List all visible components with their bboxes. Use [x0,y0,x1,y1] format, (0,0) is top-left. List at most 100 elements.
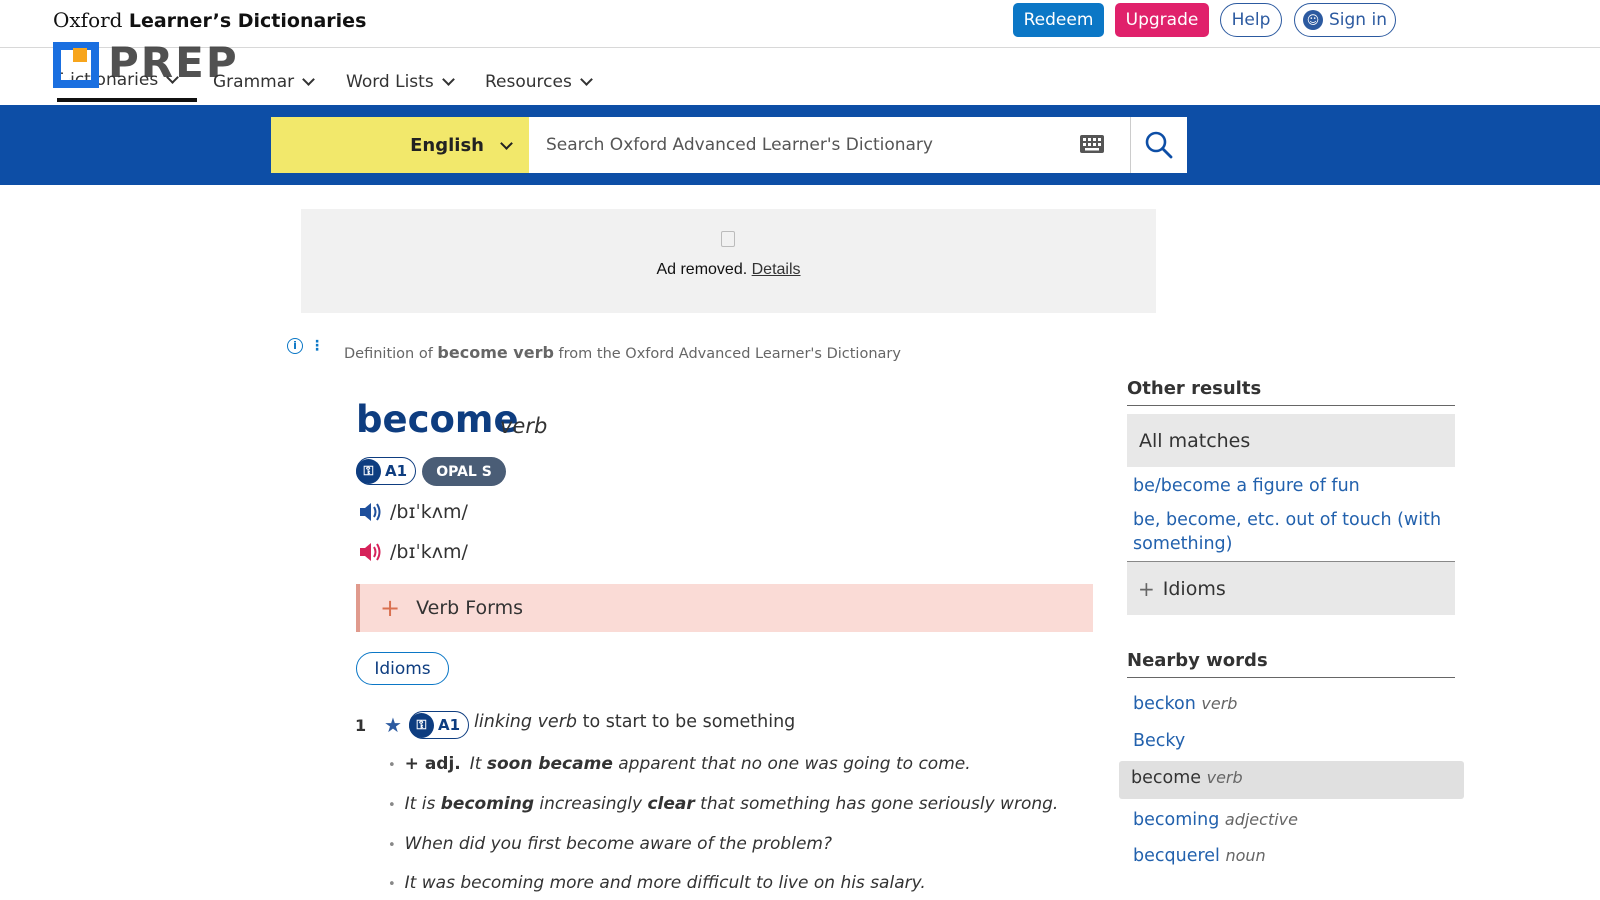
nearby-word: becquerel [1133,846,1220,866]
pronunciation-uk-text: /bɪˈkʌm/ [390,501,468,523]
brand-light: Oxford [53,8,123,32]
idioms-tab-label: Idioms [1162,577,1226,600]
user-icon: ☺ [1303,10,1323,30]
match-link[interactable]: be, become, etc. out of touch (with some… [1133,508,1451,556]
other-results-heading: Other results [1127,378,1455,406]
ad-placeholder: Ad removed. Details [301,209,1156,313]
level-label: A1 [385,462,408,480]
example-text: It [469,754,487,774]
bullet: • [388,877,396,892]
ad-details-link[interactable]: Details [752,261,801,278]
oxford-key-icon: ⚿ [409,712,434,738]
example-item: • + adj. It soon became apparent that no o… [388,754,971,774]
star-icon: ★ [384,713,402,737]
sign-in-label: Sign in [1329,10,1387,30]
headword: become [356,398,519,441]
source-word: become verb [437,343,554,362]
nearby-word-pos: verb [1201,694,1238,713]
pronunciation-us-text: /bɪˈkʌm/ [390,541,468,563]
example-text: increasingly [534,794,648,814]
nearby-word-pos: adjective [1224,810,1298,829]
example-text: apparent that no one was going to come. [612,754,971,774]
nav-resources[interactable]: Resources [485,62,593,102]
ad-removed-label: Ad removed. [656,261,748,278]
oxford-key-icon: ⚿ [356,458,381,484]
oxford-3000-level-badge[interactable]: ⚿ A1 [356,457,417,485]
match-link[interactable]: be/become a figure of fun [1133,474,1451,498]
nearby-word: Becky [1133,731,1186,751]
bullet: • [388,758,396,773]
sense-level-label: A1 [438,716,461,734]
definition-source: Definition of become verb from the Oxfor… [344,343,901,362]
nearby-word-pos: noun [1225,846,1266,865]
verb-forms-label: Verb Forms [416,597,523,619]
nearby-word-link[interactable]: Becky [1133,729,1451,753]
search-button[interactable] [1130,117,1187,173]
nearby-words-heading: Nearby words [1127,650,1455,678]
source-suffix: from the Oxford Advanced Learner's Dicti… [558,346,901,362]
prep-logo-icon [53,42,99,88]
ad-text: Ad removed. Details [301,261,1156,279]
example-text: that something has gone seriously wrong. [694,794,1059,814]
keyboard-icon[interactable] [1079,134,1105,154]
all-matches-tab[interactable]: All matches [1127,414,1455,467]
nearby-word-current[interactable]: become verb [1131,768,1243,788]
nearby-word: becoming [1133,810,1220,830]
nearby-word: beckon [1133,694,1196,714]
sense-definition: linking verb to start to be something [474,712,795,732]
brand-bold: Learner’s Dictionaries [128,10,367,32]
source-prefix: Definition of [344,346,433,362]
sign-in-button[interactable]: ☺ Sign in [1294,3,1396,37]
sense-number: 1 [355,716,367,735]
redeem-button[interactable]: Redeem [1013,3,1104,37]
info-icon[interactable]: i [287,338,303,354]
example-text: When did you first become aware of the p… [404,834,832,854]
top-bar: Oxford Learner’s Dictionaries Redeem Upg… [0,0,1600,48]
search-band: English [0,105,1600,185]
part-of-speech: verb [500,414,548,438]
speaker-icon[interactable] [358,541,384,563]
nearby-word-link[interactable]: becquerel noun [1133,844,1451,868]
example-item: • It is becoming increasingly clear that … [388,794,1058,814]
brand-logo[interactable]: Oxford Learner’s Dictionaries [53,8,366,32]
opal-badge[interactable]: OPAL S [422,457,506,486]
upgrade-button[interactable]: Upgrade [1115,3,1209,37]
verb-forms-toggle[interactable]: + Verb Forms [356,584,1093,632]
nav-word-lists-label: Word Lists [346,72,434,92]
sense-definition-text: to start to be something [582,712,796,732]
language-select[interactable]: English [271,117,529,173]
ad-removed-icon [721,231,735,247]
speaker-icon[interactable] [358,501,384,523]
example-bold: clear [647,794,695,814]
example-item: • It was becoming more and more difficult… [388,873,926,893]
prep-watermark: PREP [108,38,239,87]
nav-word-lists[interactable]: Word Lists [346,62,455,102]
example-bold: becoming [440,794,535,814]
help-button[interactable]: Help [1220,3,1282,37]
language-label: English [410,134,484,156]
nearby-word-link[interactable]: becoming adjective [1133,808,1451,832]
idioms-tab[interactable]: + Idioms [1127,561,1455,615]
chevron-down-icon [500,136,513,150]
chevron-down-icon [441,72,455,86]
example-bold: soon became [486,754,613,774]
search-input[interactable] [529,117,1130,173]
example-text: It was becoming more and more difficult … [404,873,926,893]
pronunciation-us: /bɪˈkʌm/ [358,537,468,567]
bullet: • [388,798,396,813]
example-text: It is [404,794,441,814]
search-icon [1145,131,1173,159]
idioms-button[interactable]: Idioms [356,652,449,685]
nearby-word: become [1131,768,1202,788]
sense-grammar: linking verb [474,712,578,732]
chevron-down-icon [579,72,593,86]
pronunciation-uk: /bɪˈkʌm/ [358,497,468,527]
plus-icon: + [1138,576,1155,601]
example-grammar: + adj. [404,754,461,774]
sense-level-badge[interactable]: ⚿ A1 [409,711,470,739]
more-options-icon[interactable]: ⋮ [310,338,324,354]
plus-icon: + [380,594,401,622]
nearby-word-link[interactable]: beckon verb [1133,692,1451,716]
chevron-down-icon [302,72,315,86]
example-item: • When did you first become aware of the … [388,834,832,854]
